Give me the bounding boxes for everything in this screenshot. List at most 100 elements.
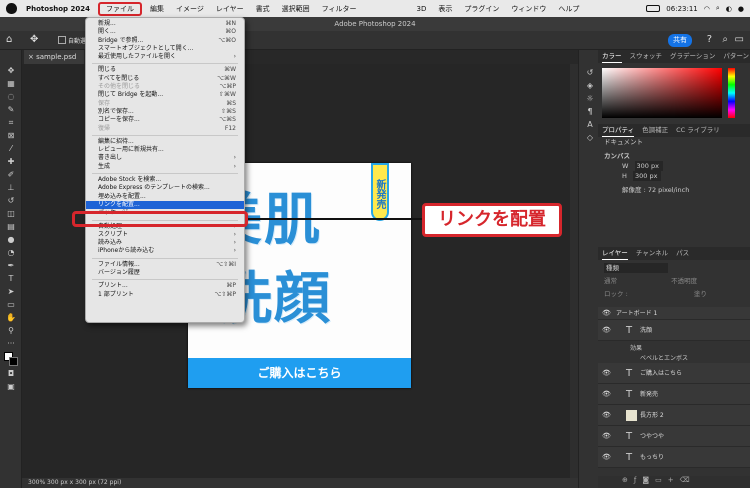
layer-kind-select[interactable]: 種類: [604, 263, 668, 273]
file-menu-item[interactable]: 1 部プリント ⌥⇧⌘P: [86, 291, 244, 299]
type-tool-icon[interactable]: T: [4, 274, 18, 284]
file-menu-item[interactable]: リンクを配置...: [86, 200, 244, 210]
hue-slider[interactable]: [728, 68, 735, 118]
file-menu-item[interactable]: スクリプト ›: [86, 231, 244, 239]
clock[interactable]: 06:23:11: [666, 5, 697, 13]
file-menu-item[interactable]: コピーを保存... ⌥⌘S: [86, 116, 244, 124]
folder-icon[interactable]: ▭: [655, 476, 668, 484]
layer-artboard[interactable]: 👁 アートボード 1: [598, 307, 750, 320]
layer-row[interactable]: 👁 T つやつや: [598, 426, 750, 447]
control-center-icon[interactable]: ◐: [726, 5, 732, 13]
share-button[interactable]: 共有: [668, 34, 692, 47]
healing-brush-icon[interactable]: ✚: [4, 157, 18, 167]
menu-3d[interactable]: 3D: [411, 5, 433, 13]
file-menu-item[interactable]: 新規... ⌘N: [86, 20, 244, 28]
tab-layers[interactable]: レイヤー: [602, 247, 628, 260]
file-menu-item[interactable]: 生成 ›: [86, 163, 244, 171]
lasso-tool-icon[interactable]: ◌: [4, 92, 18, 102]
file-menu-item[interactable]: 書き出し ›: [86, 154, 244, 162]
menu-plugins[interactable]: プラグイン: [458, 4, 505, 14]
adjust-panel-icon[interactable]: ☼: [583, 94, 597, 104]
battery-icon[interactable]: [646, 5, 661, 12]
file-menu-item[interactable]: 開く... ⌘O: [86, 28, 244, 36]
eye-icon[interactable]: 👁: [602, 320, 611, 341]
artboard-tool-icon[interactable]: ▦: [4, 79, 18, 89]
history-panel-icon[interactable]: ↺: [583, 68, 597, 78]
home-icon[interactable]: ⌂: [6, 34, 12, 45]
auto-select-checkbox[interactable]: [58, 36, 66, 44]
eye-icon[interactable]: 👁: [602, 447, 611, 468]
tab-adjustments[interactable]: 色調補正: [642, 124, 668, 137]
quick-select-icon[interactable]: ✎: [4, 105, 18, 115]
tab-paths[interactable]: パス: [676, 247, 689, 260]
shape-tool-icon[interactable]: ▭: [4, 300, 18, 310]
color-field[interactable]: [602, 68, 722, 118]
vertical-scrollbar[interactable]: [570, 64, 578, 478]
close-icon[interactable]: ×: [28, 53, 36, 61]
move-tool-icon[interactable]: ✥: [30, 34, 38, 45]
hand-tool-icon[interactable]: ✋: [4, 313, 18, 323]
eye-icon[interactable]: 👁: [602, 307, 611, 320]
eraser-tool-icon[interactable]: ◫: [4, 209, 18, 219]
menu-file[interactable]: ファイル: [97, 1, 142, 16]
layer-row[interactable]: 👁 T もっちり: [598, 447, 750, 468]
siri-icon[interactable]: ●: [738, 5, 744, 13]
history-brush-icon[interactable]: ↺: [4, 196, 18, 206]
path-select-icon[interactable]: ➤: [4, 287, 18, 297]
menu-help[interactable]: ヘルプ: [552, 4, 585, 14]
move-tool-icon[interactable]: ✥: [4, 66, 18, 76]
dodge-tool-icon[interactable]: ◔: [4, 248, 18, 258]
file-menu-item[interactable]: 最近使用したファイルを開く ›: [86, 53, 244, 61]
tab-channels[interactable]: チャンネル: [636, 247, 668, 260]
file-menu-item[interactable]: iPhoneから読み込む ›: [86, 247, 244, 255]
file-menu-item[interactable]: 埋め込みを配置...: [86, 193, 244, 201]
paragraph-panel-icon[interactable]: ¶: [583, 107, 597, 117]
file-menu-item[interactable]: Adobe Express のテンプレートの検索...: [86, 184, 244, 192]
clone-stamp-icon[interactable]: ⊥: [4, 183, 18, 193]
file-menu-item[interactable]: 閉じる ⌘W: [86, 66, 244, 74]
menu-image[interactable]: イメージ: [170, 4, 210, 14]
eyedropper-icon[interactable]: ⁄: [4, 144, 18, 154]
file-menu-item[interactable]: バージョン履歴: [86, 269, 244, 277]
layer-row[interactable]: 👁 長方形 2: [598, 405, 750, 426]
tab-cc-libraries[interactable]: CC ライブラリ: [676, 124, 720, 137]
workspace-icon[interactable]: ▭: [735, 34, 744, 45]
frame-tool-icon[interactable]: ⊠: [4, 131, 18, 141]
tab-properties[interactable]: プロパティ: [602, 124, 635, 137]
layer-row[interactable]: 👁 T 洗顔: [598, 320, 750, 341]
file-menu-item[interactable]: ファイル情報... ⌥⇧⌘I: [86, 261, 244, 269]
file-menu-item[interactable]: 編集に招待...: [86, 138, 244, 146]
crop-tool-icon[interactable]: ⌗: [4, 118, 18, 128]
eye-icon[interactable]: 👁: [602, 384, 611, 405]
background-color[interactable]: [9, 357, 18, 366]
menu-select[interactable]: 選択範囲: [276, 4, 316, 14]
menu-layer[interactable]: レイヤー: [210, 4, 250, 14]
file-menu-item[interactable]: Bridge で参照... ⌥⌘O: [86, 37, 244, 45]
blend-mode-select[interactable]: 通常: [604, 277, 617, 285]
menu-edit[interactable]: 編集: [144, 4, 170, 14]
new-layer-icon[interactable]: +: [668, 476, 680, 484]
screen-mode-icon[interactable]: ▣: [4, 382, 18, 392]
libraries-panel-icon[interactable]: ◈: [583, 81, 597, 91]
menu-type[interactable]: 書式: [250, 4, 276, 14]
tab-patterns[interactable]: パターン: [723, 50, 749, 63]
file-menu-item[interactable]: スマートオブジェクトとして開く...: [86, 45, 244, 53]
file-menu-item[interactable]: 閉じて Bridge を起動... ⇧⌘W: [86, 91, 244, 99]
link-icon[interactable]: ⊕: [622, 476, 634, 484]
tab-swatches[interactable]: スウォッチ: [630, 50, 663, 63]
blur-tool-icon[interactable]: ●: [4, 235, 18, 245]
menu-window[interactable]: ウィンドウ: [505, 4, 552, 14]
search-icon[interactable]: ⌕: [716, 4, 720, 13]
width-field[interactable]: 300 px: [634, 161, 663, 171]
mask-icon[interactable]: ◙: [642, 476, 655, 484]
layer-row[interactable]: 👁 T 新発売: [598, 384, 750, 405]
search-icon[interactable]: ⌕: [722, 34, 728, 45]
menu-view[interactable]: 表示: [432, 4, 458, 14]
eye-icon[interactable]: 👁: [602, 363, 611, 384]
tab-gradients[interactable]: グラデーション: [670, 50, 715, 63]
wifi-icon[interactable]: ◠: [704, 5, 710, 13]
layer-row[interactable]: 👁 T ご購入はこちら: [598, 363, 750, 384]
apple-icon[interactable]: [6, 3, 17, 14]
tab-color[interactable]: カラー: [602, 50, 622, 63]
character-panel-icon[interactable]: A: [583, 120, 597, 130]
